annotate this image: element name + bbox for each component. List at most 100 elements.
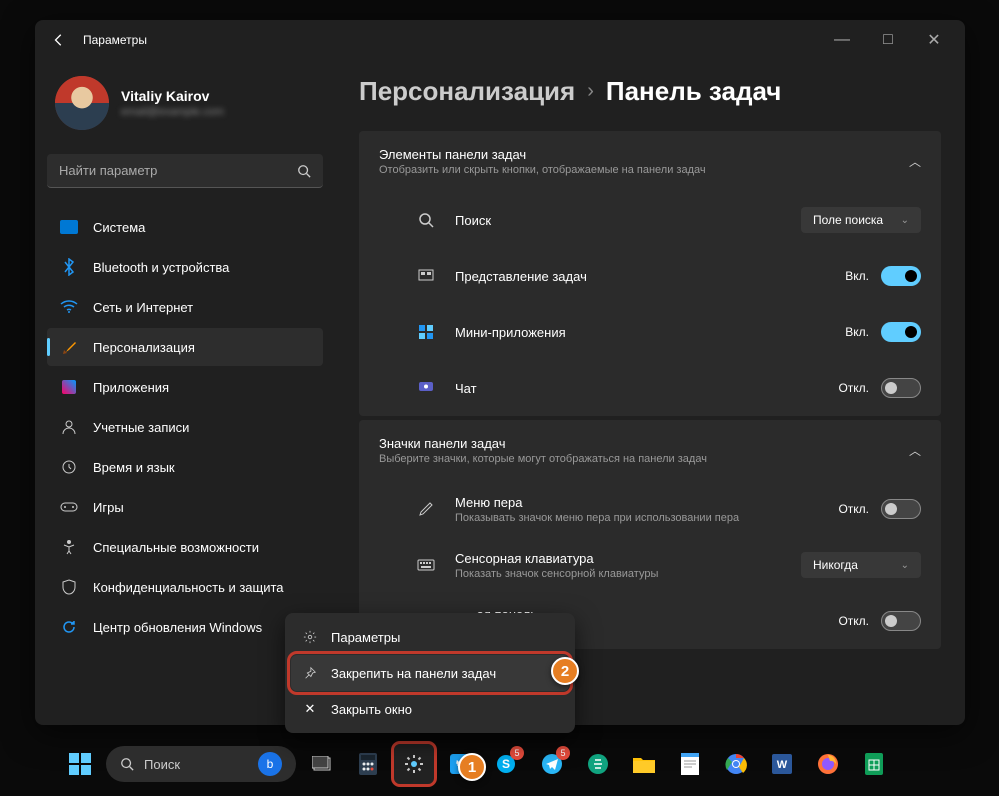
row-label: Чат [455,381,838,396]
section-subtitle: Отобразить или скрыть кнопки, отображаем… [379,164,706,176]
search-icon [297,164,311,178]
sidebar-item-label: Игры [93,500,124,515]
user-email: email@example.com [121,106,224,118]
context-menu: Параметры Закрепить на панели задач ✕ За… [285,613,575,733]
context-item-settings[interactable]: Параметры [291,619,569,655]
search-icon [415,212,437,228]
chat-icon [415,381,437,395]
widgets-toggle[interactable] [881,322,921,342]
svg-text:W: W [777,759,788,771]
section-header[interactable]: Значки панели задач Выберите значки, кот… [359,420,941,481]
badge: 5 [510,746,524,760]
touch-keyboard-dropdown[interactable]: Никогда ⌄ [801,552,921,578]
chevron-right-icon: › [587,80,594,103]
sidebar-item-label: Система [93,220,145,235]
row-label: Представление задач [455,269,845,284]
chat-toggle[interactable] [881,378,921,398]
search-dropdown[interactable]: Поле поиска ⌄ [801,207,921,233]
row-touch-keyboard: Сенсорная клавиатура Показать значок сен… [359,537,941,593]
wifi-icon [59,299,79,315]
minimize-button[interactable]: — [819,24,865,56]
telegram-button[interactable]: 5 [532,744,572,784]
clock-icon [59,459,79,475]
pen-toggle[interactable] [881,499,921,519]
toggle-state: Откл. [838,381,869,395]
start-button[interactable] [60,744,100,784]
sidebar-item-network[interactable]: Сеть и Интернет [47,288,323,326]
taskview-toggle[interactable] [881,266,921,286]
section-title: Элементы панели задач [379,147,706,162]
context-item-label: Параметры [331,630,400,645]
display-icon [59,219,79,235]
gear-icon [301,630,319,644]
row-widgets: Мини-приложения Вкл. [359,304,941,360]
close-button[interactable]: ✕ [911,24,957,56]
callout-1: 1 [458,753,486,781]
virtual-toggle[interactable] [881,611,921,631]
search-box[interactable] [47,154,323,188]
sidebar-item-accessibility[interactable]: Специальные возможности [47,528,323,566]
chevron-up-icon: ︿ [909,153,921,170]
taskbar-search[interactable]: Поиск b [106,746,296,782]
breadcrumb-current: Панель задач [606,76,782,107]
sidebar-item-gaming[interactable]: Игры [47,488,323,526]
sidebar-item-system[interactable]: Система [47,208,323,246]
explorer-button[interactable] [624,744,664,784]
sidebar-item-time[interactable]: Время и язык [47,448,323,486]
section-subtitle: Выберите значки, которые могут отображат… [379,453,707,465]
sidebar-item-label: Конфиденциальность и защита [93,580,284,595]
firefox-button[interactable] [808,744,848,784]
section-taskbar-items: Элементы панели задач Отобразить или скр… [359,131,941,416]
sidebar-item-update[interactable]: Центр обновления Windows [47,608,323,646]
sidebar-item-apps[interactable]: Приложения [47,368,323,406]
taskbar-search-label: Поиск [144,757,180,772]
section-header[interactable]: Элементы панели задач Отобразить или скр… [359,131,941,192]
row-sublabel: Показывать значок меню пера при использо… [455,512,838,524]
sidebar-item-label: Учетные записи [93,420,189,435]
notepad-button[interactable] [670,744,710,784]
gamepad-icon [59,499,79,515]
sidebar-item-accounts[interactable]: Учетные записи [47,408,323,446]
bing-icon: b [258,752,282,776]
word-button[interactable]: W [762,744,802,784]
user-info: Vitaliy Kairov email@example.com [121,88,224,118]
sidebar-item-bluetooth[interactable]: Bluetooth и устройства [47,248,323,286]
sidebar-item-label: Специальные возможности [93,540,259,555]
toggle-state: Откл. [838,614,869,628]
taskview-button[interactable] [302,744,342,784]
taskview-icon [415,269,437,283]
sidebar-item-label: Персонализация [93,340,195,355]
sidebar-item-privacy[interactable]: Конфиденциальность и защита [47,568,323,606]
search-input[interactable] [59,163,297,178]
row-taskview: Представление задач Вкл. [359,248,941,304]
sidebar-item-label: Сеть и Интернет [93,300,193,315]
chrome-button[interactable] [716,744,756,784]
sidebar-item-label: Bluetooth и устройства [93,260,229,275]
sheets-button[interactable] [854,744,894,784]
toggle-state: Откл. [838,502,869,516]
toggle-state: Вкл. [845,269,869,283]
back-button[interactable] [43,24,75,56]
context-item-pin[interactable]: Закрепить на панели задач [291,655,569,691]
sidebar-item-label: Время и язык [93,460,175,475]
search-icon [120,757,134,771]
settings-button[interactable] [394,744,434,784]
user-icon [59,419,79,435]
calculator-button[interactable] [348,744,388,784]
bluetooth-icon [59,259,79,275]
context-item-close[interactable]: ✕ Закрыть окно [291,691,569,727]
apps-icon [59,379,79,395]
sidebar-item-personalization[interactable]: Персонализация [47,328,323,366]
chatgpt-button[interactable] [578,744,618,784]
pen-icon [415,501,437,517]
close-icon: ✕ [301,701,319,717]
context-item-label: Закрыть окно [331,702,412,717]
sidebar-item-label: Центр обновления Windows [93,620,262,635]
row-label: Поиск [455,213,801,228]
svg-text:S: S [502,757,510,771]
user-block[interactable]: Vitaliy Kairov email@example.com [47,68,323,138]
widgets-icon [415,325,437,339]
skype-button[interactable]: S 5 [486,744,526,784]
breadcrumb-parent[interactable]: Персонализация [359,76,575,107]
maximize-button[interactable]: □ [865,24,911,56]
